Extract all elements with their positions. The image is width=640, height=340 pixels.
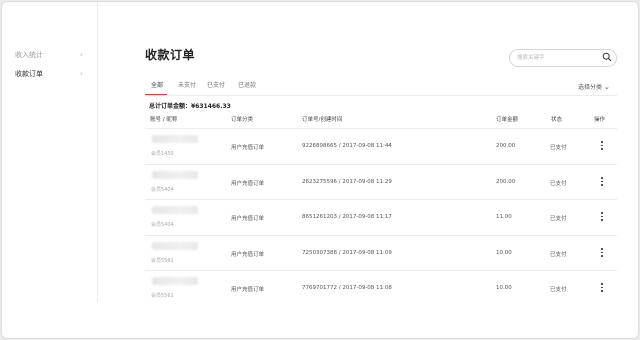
sidebar-item-label: 收款订单 — [15, 70, 43, 78]
order-number-time: 7250307388 / 2017-09-08 11:09 — [302, 250, 392, 256]
account-avatar-blurred — [152, 135, 198, 143]
order-amount: 10.00 — [496, 250, 512, 256]
account-avatar-blurred — [152, 277, 198, 285]
table-row: 会员5404 用户充值订单 8651261203 / 2017-09-08 11… — [145, 199, 617, 235]
tab-refunded[interactable]: 已退款 — [238, 78, 256, 94]
page-title: 收款订单 — [145, 48, 196, 62]
chevron-down-icon: ⌄ — [604, 83, 610, 91]
member-nickname: 会员1459 — [151, 151, 174, 157]
member-nickname: 会员5561 — [151, 258, 174, 264]
column-header-category: 订单分类 — [231, 117, 254, 123]
sidebar-item-label: 收入统计 — [15, 51, 43, 59]
table-row: 会员5561 用户充值订单 7769701772 / 2017-09-08 11… — [145, 270, 617, 306]
column-header-actions: 操作 — [594, 117, 606, 123]
order-category: 用户充值订单 — [231, 252, 265, 258]
filter-label: 选择分类 — [578, 84, 603, 91]
tab-unpaid[interactable]: 未支付 — [178, 78, 196, 94]
more-vertical-icon[interactable] — [600, 248, 604, 258]
column-header-amount: 订单金额 — [496, 117, 519, 123]
chevron-right-icon: › — [79, 69, 83, 78]
tab-paid[interactable]: 已支付 — [207, 78, 225, 94]
app-window: 收入统计 › 收款订单 › 收款订单 全部 未支付 已支付 已退款 选择分类⌄ … — [1, 1, 639, 339]
order-status: 已支付 — [550, 145, 567, 151]
order-category: 用户充值订单 — [231, 181, 265, 187]
order-category: 用户充值订单 — [231, 216, 265, 222]
table-row: 会员1459 用户充值订单 9226898665 / 2017-09-08 11… — [145, 128, 617, 164]
order-amount: 200.00 — [496, 143, 516, 149]
column-header-status: 状态 — [551, 117, 563, 123]
tab-all[interactable]: 全部 — [151, 78, 163, 94]
more-vertical-icon[interactable] — [600, 212, 604, 222]
more-vertical-icon[interactable] — [600, 141, 604, 151]
order-category: 用户充值订单 — [231, 145, 265, 151]
chevron-right-icon: › — [79, 50, 83, 59]
column-header-order: 订单号/创建时间 — [302, 117, 343, 123]
sidebar-item-income-stats[interactable]: 收入统计 › — [15, 47, 87, 63]
sidebar: 收入统计 › 收款订单 › — [2, 2, 98, 302]
account-avatar-blurred — [152, 171, 198, 179]
order-category: 用户充值订单 — [231, 287, 265, 293]
member-nickname: 会员5404 — [151, 187, 174, 193]
more-vertical-icon[interactable] — [600, 283, 604, 293]
more-vertical-icon[interactable] — [600, 177, 604, 187]
order-amount: 10.00 — [496, 285, 512, 291]
order-status: 已支付 — [550, 287, 567, 293]
order-number-time: 9226898665 / 2017-09-08 11:44 — [302, 143, 392, 149]
search-box[interactable] — [509, 49, 617, 67]
order-number-time: 7769701772 / 2017-09-08 11:08 — [302, 285, 392, 291]
account-avatar-blurred — [152, 206, 198, 214]
category-filter-dropdown[interactable]: 选择分类 ⌄ — [578, 82, 610, 91]
column-header-account: 账号 / 昵称 — [150, 117, 178, 123]
order-status: 已支付 — [550, 181, 567, 187]
search-icon[interactable] — [602, 52, 612, 62]
tabs-divider — [145, 95, 617, 96]
table-row: 会员5561 用户充值订单 7250307388 / 2017-09-08 11… — [145, 235, 617, 271]
order-amount: 11.00 — [496, 214, 512, 220]
table-row: 会员5404 用户充值订单 2623275596 / 2017-09-08 11… — [145, 164, 617, 200]
order-amount: 200.00 — [496, 179, 516, 185]
member-nickname: 会员5404 — [151, 222, 174, 228]
member-nickname: 会员5561 — [151, 293, 174, 299]
order-number-time: 8651261203 / 2017-09-08 11:17 — [302, 214, 392, 220]
account-avatar-blurred — [152, 242, 198, 250]
sidebar-item-payment-orders[interactable]: 收款订单 › — [15, 66, 87, 82]
order-status: 已支付 — [550, 216, 567, 222]
order-number-time: 2623275596 / 2017-09-08 11:29 — [302, 179, 392, 185]
search-input[interactable] — [517, 52, 595, 64]
order-total: 总计订单金额：¥631466.33 — [149, 103, 231, 110]
status-tabs: 全部 未支付 已支付 已退款 — [145, 78, 615, 96]
order-status: 已支付 — [550, 252, 567, 258]
